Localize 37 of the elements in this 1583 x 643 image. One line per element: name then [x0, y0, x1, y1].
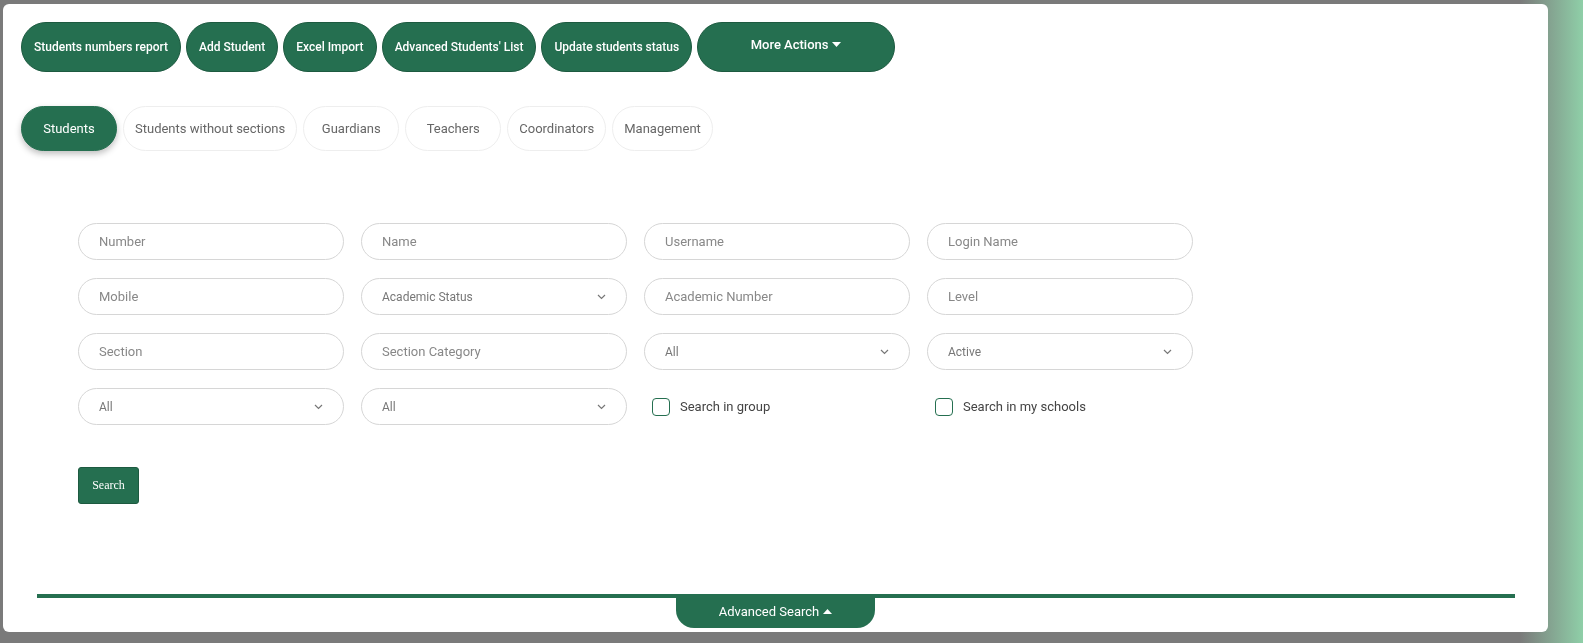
chevron-down-icon: [597, 293, 606, 300]
text-field[interactable]: Name: [361, 223, 627, 260]
action-button[interactable]: Update students status: [541, 22, 693, 72]
text-field[interactable]: Username: [644, 223, 910, 260]
caret-icon: [823, 608, 833, 614]
tab[interactable]: Teachers: [405, 106, 502, 151]
chevron-down-icon: [597, 403, 606, 410]
chevron-down-icon: [1163, 348, 1172, 355]
chevron-down-icon: [880, 348, 889, 355]
action-button[interactable]: Students numbers report: [21, 22, 181, 72]
tab[interactable]: Coordinators: [507, 106, 607, 151]
action-button[interactable]: More Actions: [697, 22, 896, 72]
action-button[interactable]: Excel Import: [283, 22, 377, 72]
text-field[interactable]: Academic Number: [644, 278, 910, 315]
select-value: All: [665, 344, 679, 359]
checkbox[interactable]: [935, 397, 953, 416]
text-field[interactable]: Section Category: [361, 333, 627, 370]
tab[interactable]: Students: [21, 106, 117, 151]
chevron-down-icon: [314, 403, 323, 410]
tab[interactable]: Management: [612, 106, 713, 151]
select-value: Active: [948, 344, 982, 359]
text-field[interactable]: Level: [927, 278, 1193, 315]
tab[interactable]: Guardians: [303, 106, 400, 151]
checkbox-label: Search in group: [680, 399, 771, 414]
select-value: All: [382, 399, 396, 414]
search-button[interactable]: Search: [78, 467, 139, 504]
tab[interactable]: Students without sections: [123, 106, 298, 151]
checkbox[interactable]: [652, 397, 670, 416]
action-button[interactable]: Add Student: [186, 22, 279, 72]
text-field[interactable]: Mobile: [78, 278, 344, 315]
text-field[interactable]: Login Name: [927, 223, 1193, 260]
text-field[interactable]: Number: [78, 223, 344, 260]
select-value: Academic Status: [382, 289, 473, 304]
checkbox-label: Search in my schools: [963, 399, 1086, 414]
text-field[interactable]: Section: [78, 333, 344, 370]
select-value: All: [99, 399, 113, 414]
action-button[interactable]: Advanced Students' List: [381, 22, 537, 72]
